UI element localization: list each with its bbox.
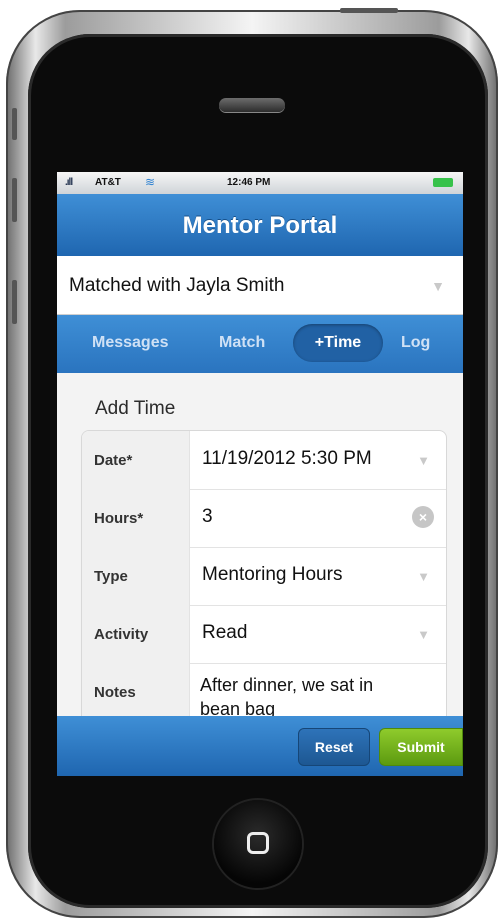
- type-label: Type: [94, 568, 128, 585]
- match-select[interactable]: Matched with Jayla Smith ▼: [57, 256, 463, 315]
- tab-add-time[interactable]: +Time: [293, 324, 383, 362]
- activity-label: Activity: [94, 626, 149, 643]
- date-label-cell: Date*: [82, 431, 190, 489]
- date-label: Date*: [94, 452, 133, 469]
- volume-down-button: [12, 280, 17, 324]
- hours-row: Hours* 3 ×: [82, 489, 446, 548]
- earpiece-speaker: [219, 98, 285, 112]
- page-title: Mentor Portal: [182, 212, 338, 239]
- notes-textarea[interactable]: After dinner, we sat in bean bag: [200, 673, 380, 721]
- chevron-down-icon: ▼: [417, 569, 430, 584]
- activity-select[interactable]: Read: [202, 622, 247, 644]
- form-heading: Add Time: [95, 398, 176, 419]
- activity-label-cell: Activity: [82, 605, 190, 663]
- chevron-down-icon: ▼: [417, 627, 430, 642]
- hours-label: Hours*: [94, 510, 144, 527]
- tab-add-time-label: +Time: [314, 334, 362, 351]
- wifi-icon: ≋: [145, 175, 156, 189]
- clear-icon[interactable]: ×: [412, 506, 434, 528]
- type-select[interactable]: Mentoring Hours: [202, 564, 342, 586]
- silent-switch: [12, 108, 17, 140]
- phone-screen: .ıll AT&T ≋ 12:46 PM Mentor Portal Match…: [57, 172, 463, 776]
- match-select-value: Matched with Jayla Smith: [69, 275, 285, 296]
- reset-button[interactable]: Reset: [298, 728, 370, 766]
- tab-bar: Messages Match +Time Log: [57, 315, 463, 373]
- power-button: [340, 8, 398, 13]
- app-header: Mentor Portal: [57, 194, 463, 256]
- battery-icon: [433, 178, 453, 187]
- hours-input[interactable]: 3: [202, 506, 213, 528]
- home-square-icon: [247, 832, 269, 854]
- volume-up-button: [12, 178, 17, 222]
- activity-row: Activity Read ▼: [82, 605, 446, 664]
- chevron-down-icon: ▼: [417, 453, 430, 468]
- submit-button[interactable]: Submit: [379, 728, 463, 766]
- add-time-form: Date* 11/19/2012 5:30 PM ▼ Hours* 3 × Ty…: [81, 430, 447, 732]
- tab-match[interactable]: Match: [219, 334, 265, 352]
- status-bar: .ıll AT&T ≋ 12:46 PM: [57, 172, 463, 194]
- signal-icon: .ıll: [65, 177, 73, 188]
- status-time: 12:46 PM: [227, 177, 271, 188]
- date-select[interactable]: 11/19/2012 5:30 PM: [202, 448, 402, 470]
- chevron-down-icon: ▼: [431, 278, 445, 294]
- footer-toolbar: Reset Submit: [57, 716, 463, 776]
- hours-label-cell: Hours*: [82, 489, 190, 547]
- type-row: Type Mentoring Hours ▼: [82, 547, 446, 606]
- date-row: Date* 11/19/2012 5:30 PM ▼: [82, 431, 446, 490]
- notes-label: Notes: [94, 684, 136, 701]
- tab-log[interactable]: Log: [401, 334, 430, 352]
- carrier-name: AT&T: [95, 177, 121, 188]
- tab-messages[interactable]: Messages: [92, 334, 169, 352]
- type-label-cell: Type: [82, 547, 190, 605]
